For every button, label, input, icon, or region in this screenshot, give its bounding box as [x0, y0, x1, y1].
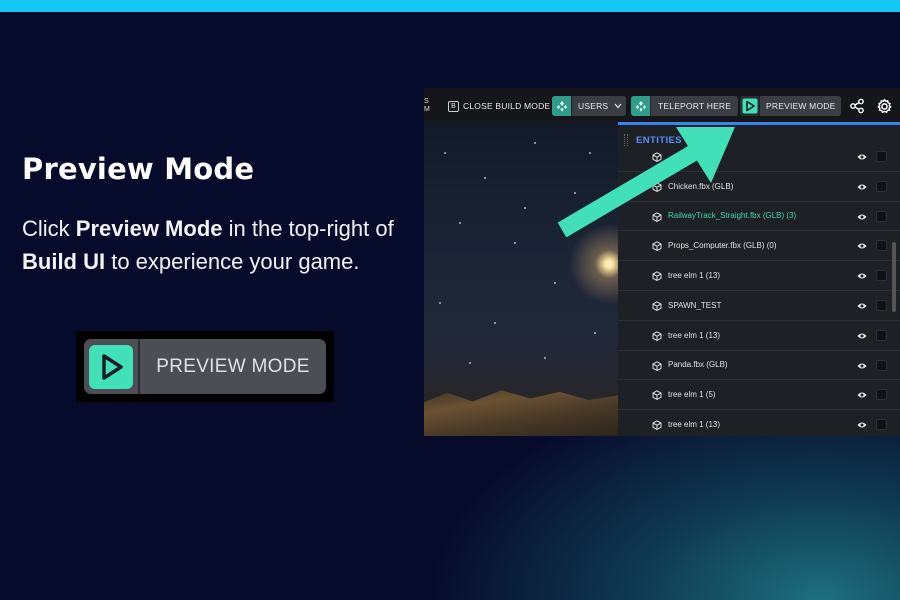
entity-name: Props_Computer.fbx (GLB) (0): [668, 241, 777, 251]
entity-row[interactable]: tree elm 1 (13): [618, 321, 900, 351]
cube-icon: [652, 390, 662, 402]
entity-row[interactable]: Panda.fbx (GLB): [618, 351, 900, 381]
entity-row[interactable]: [618, 142, 900, 172]
entity-row[interactable]: SPAWN_TEST: [618, 291, 900, 321]
entity-name: SPAWN_TEST: [668, 300, 722, 310]
entity-name: Chicken.fbx (GLB): [668, 181, 734, 191]
teleport-here-button[interactable]: TELEPORT HERE: [631, 96, 739, 116]
chevron-down-icon: [614, 101, 622, 111]
entity-name: tree elm 1 (13): [668, 420, 721, 430]
close-build-mode-button[interactable]: B CLOSE BUILD MODE: [448, 96, 550, 116]
lock-checkbox[interactable]: [876, 210, 887, 222]
visibility-icon[interactable]: [857, 213, 867, 223]
game-viewport: [424, 122, 618, 436]
teleport-label: TELEPORT HERE: [658, 101, 732, 111]
entity-name: tree elm 1 (13): [668, 271, 721, 281]
close-build-mode-label: CLOSE BUILD MODE: [463, 101, 551, 111]
cube-icon: [652, 152, 662, 164]
description-text: Click Preview Mode in the top-right of B…: [22, 216, 394, 274]
lock-checkbox[interactable]: [876, 419, 887, 431]
cube-icon: [652, 420, 662, 432]
entity-row[interactable]: tree elm 1 (13): [618, 261, 900, 291]
visibility-icon[interactable]: [857, 153, 867, 163]
users-label: USERS: [578, 101, 609, 111]
cube-icon: [652, 331, 662, 343]
page-title: Preview Mode: [22, 152, 255, 186]
badge-icon-box: [84, 339, 140, 394]
entity-row[interactable]: Chicken.fbx (GLB): [618, 172, 900, 202]
preview-mode-button[interactable]: PREVIEW MODE: [740, 96, 842, 116]
cube-icon: [652, 271, 662, 283]
lock-checkbox[interactable]: [876, 180, 887, 192]
cube-icon: [652, 211, 662, 224]
preview-mode-label: PREVIEW MODE: [766, 101, 836, 111]
visibility-icon[interactable]: [857, 272, 867, 282]
build-ui-screenshot: SM B CLOSE BUILD MODE USERS TELEPORT HER…: [424, 88, 900, 436]
entity-name: tree elm 1 (13): [668, 330, 721, 340]
lock-checkbox[interactable]: [876, 151, 887, 162]
teleport-icon: [631, 96, 651, 116]
gear-icon[interactable]: [875, 97, 893, 115]
play-icon: [89, 344, 133, 389]
lock-checkbox[interactable]: [876, 329, 887, 341]
badge-label: PREVIEW MODE: [156, 355, 310, 377]
visibility-icon[interactable]: [857, 362, 867, 372]
visibility-icon[interactable]: [857, 391, 867, 401]
build-toolbar: SM B CLOSE BUILD MODE USERS TELEPORT HER…: [424, 88, 900, 122]
visibility-icon[interactable]: [857, 332, 867, 342]
cube-icon: [652, 360, 662, 373]
entity-name: Panda.fbx (GLB): [668, 360, 728, 370]
toolbar-clipped-text: SM: [424, 98, 430, 113]
users-icon: [552, 96, 572, 116]
entity-row[interactable]: RailwayTrack_Straight.fbx (GLB) (3): [618, 202, 900, 232]
visibility-icon[interactable]: [857, 242, 867, 252]
entity-row[interactable]: tree elm 1 (5): [618, 380, 900, 411]
entity-list: Chicken.fbx (GLB) RailwayTrack_Straight.f…: [618, 142, 900, 436]
entity-name: RailwayTrack_Straight.fbx (GLB) (3): [668, 211, 797, 221]
visibility-icon[interactable]: [857, 421, 867, 431]
cube-icon: [652, 182, 662, 194]
lock-checkbox[interactable]: [876, 359, 887, 371]
play-icon: [740, 96, 760, 116]
visibility-icon[interactable]: [857, 302, 867, 312]
lock-checkbox[interactable]: [876, 240, 887, 252]
key-hint: B: [448, 100, 459, 112]
entities-panel: ENTITIES Chicken.fbx (GLB) RailwayTrack_S…: [618, 122, 900, 436]
lock-checkbox[interactable]: [876, 299, 887, 311]
lock-checkbox[interactable]: [876, 389, 887, 401]
share-icon[interactable]: [848, 97, 866, 115]
users-button[interactable]: USERS: [552, 96, 627, 116]
lock-checkbox[interactable]: [876, 270, 887, 282]
top-accent-bar: [0, 0, 900, 12]
entity-name: tree elm 1 (5): [668, 390, 716, 400]
preview-mode-badge: PREVIEW MODE: [76, 331, 334, 402]
preview-mode-badge-inner: PREVIEW MODE: [84, 339, 326, 394]
cube-icon: [652, 301, 662, 313]
entity-row[interactable]: Props_Computer.fbx (GLB) (0): [618, 231, 900, 262]
visibility-icon[interactable]: [857, 183, 867, 193]
cube-icon: [652, 241, 662, 253]
panel-scrollbar[interactable]: [892, 242, 896, 312]
entity-row[interactable]: tree elm 1 (13): [618, 410, 900, 436]
